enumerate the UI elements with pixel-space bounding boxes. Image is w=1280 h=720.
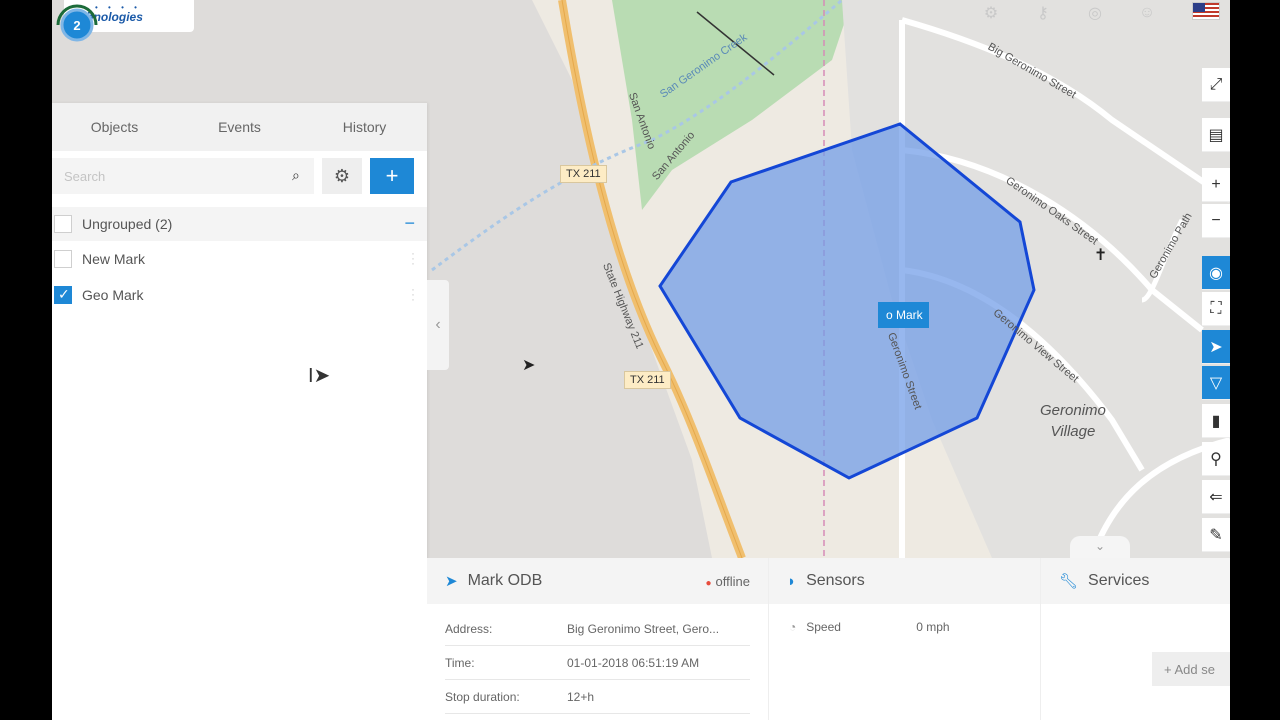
top-toolbar: ⚙ ⚷ ◎ ☺ bbox=[962, 0, 1230, 26]
tab-history[interactable]: History bbox=[302, 119, 427, 135]
fit-bounds-button[interactable]: ⛶ bbox=[1202, 292, 1230, 326]
tx211-shield-top: TX 211 bbox=[560, 165, 607, 183]
cluster-count: 2 bbox=[73, 18, 80, 33]
status-dot-icon: ● bbox=[705, 578, 712, 589]
search-icon[interactable]: ⌕ bbox=[292, 167, 300, 184]
traffic-button[interactable]: ▮ bbox=[1202, 404, 1230, 438]
zoom-in-button[interactable]: + bbox=[1202, 168, 1230, 202]
group-row-ungrouped[interactable]: Ungrouped (2) − bbox=[52, 207, 427, 241]
settings-gears-icon[interactable]: ⚙ bbox=[978, 1, 1004, 25]
info-row-stop-duration: Stop duration: 12+h bbox=[445, 680, 750, 714]
kebab-menu-icon[interactable]: · · · bbox=[411, 247, 415, 269]
sensors-card-header: ◗ Sensors bbox=[769, 558, 1040, 604]
item-label: Geo Mark bbox=[82, 287, 144, 303]
collapse-panel-chevron-icon[interactable]: ‹ bbox=[427, 280, 449, 370]
cross-icon: ✝ bbox=[1094, 247, 1108, 264]
wrench-icon: 🔧︎ bbox=[1059, 573, 1079, 590]
group-label: Ungrouped (2) bbox=[82, 216, 173, 232]
kebab-menu-icon[interactable]: · · · bbox=[411, 283, 415, 305]
navigation-arrow-icon: ➤ bbox=[445, 573, 458, 590]
gear-icon: ⚙ bbox=[333, 165, 351, 186]
services-title: Services bbox=[1088, 572, 1150, 589]
sensors-card: ◗ Sensors ◔ Speed 0 mph bbox=[769, 558, 1041, 720]
fullscreen-button[interactable]: ⤢ bbox=[1202, 68, 1230, 102]
poi-marker-button[interactable]: ⚲ bbox=[1202, 442, 1230, 476]
info-key: Address: bbox=[445, 621, 493, 636]
object-details-card: ➤ Mark ODB ● offline Address: Big Geronim… bbox=[427, 558, 769, 720]
language-flag-icon[interactable] bbox=[1192, 2, 1220, 20]
navigate-button[interactable]: ➤ bbox=[1202, 330, 1230, 364]
item-checkbox-checked[interactable] bbox=[54, 286, 72, 304]
routes-button[interactable]: ⇐ bbox=[1202, 480, 1230, 514]
tab-objects[interactable]: Objects bbox=[52, 119, 177, 135]
village-line-2: Village bbox=[1050, 423, 1096, 440]
mouse-cursor-icon: ➤ bbox=[522, 357, 536, 374]
panel-tabs: Objects Events History bbox=[52, 103, 427, 151]
tab-events[interactable]: Events bbox=[177, 119, 302, 135]
help-icon[interactable]: ◎ bbox=[1082, 1, 1108, 25]
ruler-button[interactable]: ✎ bbox=[1202, 518, 1230, 552]
status-text: offline bbox=[715, 574, 750, 589]
list-item-geo-mark[interactable]: Geo Mark ··· bbox=[52, 277, 427, 313]
details-area: ➤ Mark ODB ● offline Address: Big Geronim… bbox=[427, 558, 1230, 720]
object-marker-label[interactable]: o Mark bbox=[878, 302, 929, 328]
user-icon[interactable]: ☺ bbox=[1134, 1, 1160, 25]
objects-panel: Objects Events History Search ⌕ ⚙ + Ungr… bbox=[52, 103, 427, 720]
app-window: • • • • • Technologies ⚙ ⚷ ◎ ☺ TX 211 TX… bbox=[52, 0, 1230, 720]
object-title: Mark ODB bbox=[467, 572, 543, 589]
expand-bottom-chevron-icon[interactable]: ⌄ bbox=[1070, 536, 1130, 558]
text-cursor-icon: I➤ bbox=[308, 365, 331, 387]
label-geronimo-village: Geronimo Village bbox=[1040, 400, 1106, 442]
group-checkbox[interactable] bbox=[54, 215, 72, 233]
panel-toolbar: Search ⌕ ⚙ + bbox=[52, 151, 427, 201]
info-value: 01-01-2018 06:51:19 AM bbox=[567, 655, 700, 670]
search-input[interactable]: Search bbox=[52, 158, 314, 194]
info-row-time: Time: 01-01-2018 06:51:19 AM bbox=[445, 646, 750, 680]
sensor-signal-icon: ◗ bbox=[787, 572, 797, 590]
info-key: Time: bbox=[445, 655, 475, 670]
services-card-header: 🔧︎ Services bbox=[1041, 558, 1230, 604]
sensor-row-speed: ◔ Speed 0 mph bbox=[769, 604, 1040, 634]
geofence-toggle-button[interactable]: ◉ bbox=[1202, 256, 1230, 290]
settings-button[interactable]: ⚙ bbox=[322, 158, 362, 194]
services-card: 🔧︎ Services + Add se bbox=[1041, 558, 1230, 720]
info-value: 12+h bbox=[567, 689, 595, 704]
item-label: New Mark bbox=[82, 251, 146, 267]
list-item-new-mark[interactable]: New Mark · · · bbox=[52, 241, 427, 277]
zoom-out-button[interactable]: − bbox=[1202, 204, 1230, 238]
map-layers-button[interactable]: ▤ bbox=[1202, 118, 1230, 152]
item-checkbox[interactable] bbox=[54, 250, 72, 268]
filter-button[interactable]: ▽ bbox=[1202, 366, 1230, 400]
key-icon[interactable]: ⚷ bbox=[1030, 1, 1056, 25]
add-service-button[interactable]: + Add se bbox=[1152, 652, 1230, 686]
info-key: Stop duration: bbox=[445, 689, 520, 704]
add-object-button[interactable]: + bbox=[370, 158, 414, 194]
collapse-icon[interactable]: − bbox=[404, 213, 415, 234]
sensor-key: Speed bbox=[806, 620, 841, 634]
cluster-marker[interactable]: 2 bbox=[52, 0, 102, 50]
screen-border bbox=[1230, 0, 1280, 720]
sensor-value: 0 mph bbox=[916, 620, 950, 634]
tx211-shield-bottom: TX 211 bbox=[624, 371, 671, 389]
object-card-header: ➤ Mark ODB ● offline bbox=[427, 558, 768, 604]
info-value: Big Geronimo Street, Gero... bbox=[567, 621, 720, 636]
info-row-address: Address: Big Geronimo Street, Gero... bbox=[445, 612, 750, 646]
sensors-title: Sensors bbox=[806, 572, 865, 589]
status-badge: ● offline bbox=[705, 574, 750, 589]
village-line-1: Geronimo bbox=[1040, 402, 1106, 419]
speedometer-icon: ◔ bbox=[789, 620, 797, 634]
